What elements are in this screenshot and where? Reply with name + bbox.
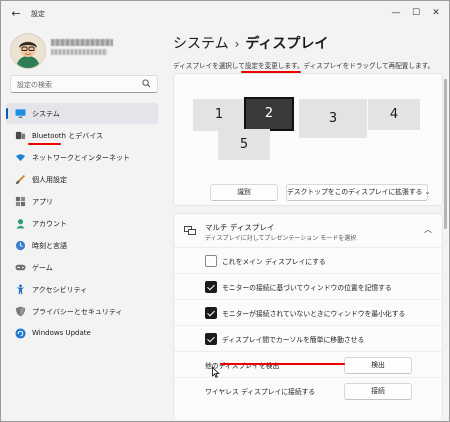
sidebar-item-label: アカウント [32,220,67,228]
close-icon[interactable]: ✕ [427,6,445,20]
sidebar-item-windows-update[interactable]: Windows Update [6,323,158,344]
detect-button[interactable]: 検出 [344,357,412,374]
breadcrumb-parent[interactable]: システム [173,36,229,52]
brush-icon [15,174,26,185]
display-arrangement-panel: 1 2 3 4 5 識別 デスクトップをこのディスプレイに拡張する ⌄ [173,73,443,206]
option-row: ディスプレイ間でカーソルを簡単に移動させる [174,325,442,352]
monitor-2[interactable]: 2 [244,97,294,131]
scrollbar[interactable] [444,79,447,229]
option-row: モニターが接続されていないときにウィンドウを最小化する [174,299,442,326]
sidebar-item-label: ネットワークとインターネット [32,154,130,162]
wireless-label: ワイヤレス ディスプレイに接続する [205,388,316,396]
search-input[interactable]: 設定の検索 [10,75,158,93]
red-highlight-underline [220,363,345,365]
display-mode-value: デスクトップをこのディスプレイに拡張する [287,188,423,196]
remember-window-checkbox[interactable] [205,281,217,293]
sidebar-item-accessibility[interactable]: アクセシビリティ [6,279,158,300]
minimize-windows-checkbox[interactable] [205,307,217,319]
page-description: ディスプレイを選択して設定を変更します。ディスプレイをドラッグして再配置します。 [173,62,435,70]
sidebar-item-label: アクセシビリティ [32,286,88,294]
ease-cursor-checkbox[interactable] [205,333,217,345]
sidebar-item-network[interactable]: ネットワークとインターネット [6,147,158,168]
section-subtitle: ディスプレイに対してプレゼンテーション モードを選択 [205,235,357,242]
monitor-3[interactable]: 3 [299,99,367,138]
wifi-icon [15,154,26,162]
gamepad-icon [15,264,26,271]
sidebar-item-personalization[interactable]: 個人用設定 [6,169,158,190]
option-label: モニターが接続されていないときにウィンドウを最小化する [222,310,406,318]
sidebar-item-label: プライバシーとセキュリティ [32,308,123,316]
avatar[interactable] [10,33,46,69]
sidebar: 設定の検索 システム Bluetooth とデバイス ネットワークとインターネッ… [1,27,163,421]
multi-monitor-icon [184,226,196,235]
page-title: ディスプレイ [245,36,329,52]
sidebar-item-label: 時刻と言語 [32,242,67,250]
sidebar-item-label: アプリ [32,198,53,206]
monitor-4[interactable]: 4 [368,99,420,130]
sidebar-item-gaming[interactable]: ゲーム [6,257,158,278]
search-placeholder: 設定の検索 [17,81,52,89]
sidebar-item-label: ゲーム [32,264,53,272]
sidebar-item-label: システム [32,110,60,118]
option-label: ディスプレイ間でカーソルを簡単に移動させる [222,336,365,344]
monitor-1[interactable]: 1 [193,99,245,131]
red-highlight-underline [28,143,61,145]
chevron-up-icon[interactable]: ︿ [424,224,432,235]
mouse-pointer-icon [212,367,220,378]
connect-button[interactable]: 接続 [344,383,412,400]
sidebar-item-system[interactable]: システム [6,103,158,124]
sidebar-nav: システム Bluetooth とデバイス ネットワークとインターネット 個人用設… [6,103,158,345]
sidebar-item-apps[interactable]: アプリ [6,191,158,212]
maximize-icon[interactable]: ☐ [407,6,425,20]
sidebar-item-label: Windows Update [32,329,91,337]
globe-clock-icon [15,240,26,251]
back-arrow-icon[interactable]: ← [9,7,23,21]
main-content: システム › ディスプレイ ディスプレイを選択して設定を変更します。ディスプレイをド… [163,27,449,421]
display-mode-select[interactable]: デスクトップをこのディスプレイに拡張する ⌄ [286,184,431,201]
apps-icon [15,196,26,207]
breadcrumb-separator: › [234,37,240,51]
search-icon [142,79,151,88]
main-display-checkbox[interactable] [205,255,217,267]
active-indicator [6,108,8,119]
window-title: 設定 [31,10,45,18]
user-email-blurred [51,49,107,55]
monitor-icon [15,109,26,118]
sidebar-item-label: 個人用設定 [32,176,67,184]
user-name-blurred [51,39,113,46]
account-icon [16,219,25,229]
multi-display-section: マルチ ディスプレイ ディスプレイに対してプレゼンテーション モードを選択 ︿ … [173,213,443,420]
title-bar: ← 設定 — ☐ ✕ [1,1,449,27]
section-title: マルチ ディスプレイ [205,223,275,232]
chevron-down-icon: ⌄ [424,188,431,196]
update-icon [15,328,26,339]
sidebar-item-label: Bluetooth とデバイス [32,132,103,140]
monitor-5[interactable]: 5 [218,129,270,160]
option-label: モニターの接続に基づいてウィンドウの位置を記憶する [222,284,392,292]
identify-button[interactable]: 識別 [210,184,278,201]
sidebar-item-accounts[interactable]: アカウント [6,213,158,234]
accessibility-icon [16,284,25,295]
minimize-icon[interactable]: — [387,6,405,20]
shield-icon [15,306,26,317]
sidebar-item-privacy[interactable]: プライバシーとセキュリティ [6,301,158,322]
bluetooth-devices-icon [15,131,26,140]
option-row: これをメイン ディスプレイにする [174,247,442,274]
option-label: これをメイン ディスプレイにする [222,258,326,266]
breadcrumb: システム › ディスプレイ [173,33,328,53]
option-row: モニターの接続に基づいてウィンドウの位置を記憶する [174,273,442,300]
sidebar-item-time-language[interactable]: 時刻と言語 [6,235,158,256]
wireless-row: ワイヤレス ディスプレイに接続する 接続 [174,377,442,404]
settings-window: ← 設定 — ☐ ✕ 設定の検索 システム Bluetooth とデバイス ネッ… [0,0,450,422]
